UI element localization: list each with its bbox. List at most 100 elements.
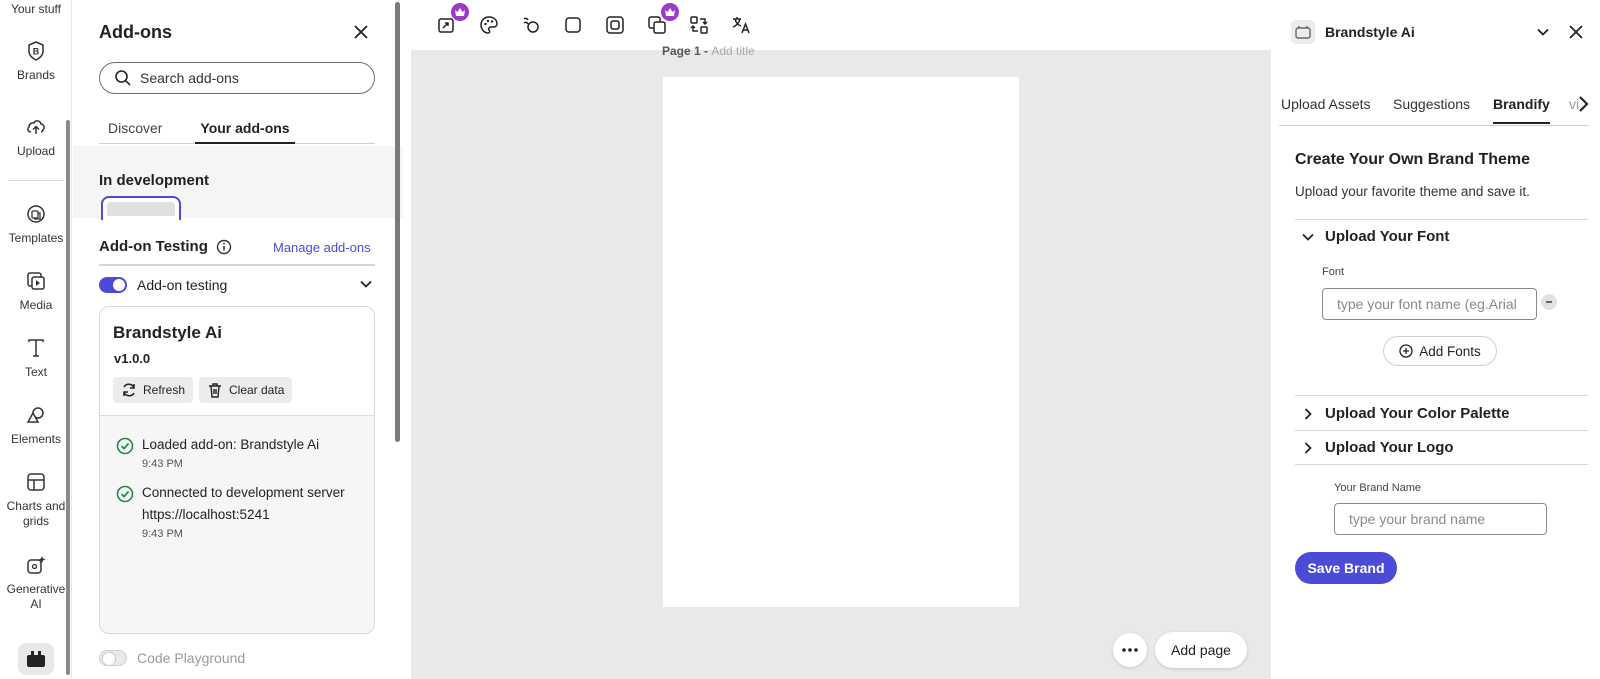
text-icon xyxy=(28,339,44,357)
rail-item-templates[interactable]: Templates xyxy=(0,203,72,246)
log-time: 9:43 PM xyxy=(142,528,183,540)
addon-testing-toggle[interactable] xyxy=(99,277,127,293)
addons-search[interactable] xyxy=(99,62,375,94)
code-playground-row: Code Playground xyxy=(99,650,245,666)
rail-label-templates: Templates xyxy=(8,231,64,245)
rail-item-text[interactable]: Text xyxy=(0,337,72,380)
premium-crown-icon xyxy=(661,3,679,21)
more-horizontal-icon xyxy=(1122,648,1138,652)
upload-font-section-toggle[interactable]: Upload Your Font xyxy=(1301,228,1449,245)
brand-theme-heading: Create Your Own Brand Theme xyxy=(1295,151,1531,168)
tool-translate[interactable] xyxy=(729,13,753,37)
minus-icon xyxy=(1546,301,1552,303)
addons-icon xyxy=(27,651,45,667)
rail-label-generative-ai: Generative AI xyxy=(6,582,66,611)
add-fonts-button[interactable]: Add Fonts xyxy=(1383,336,1497,366)
addons-scrollbar[interactable] xyxy=(395,2,400,442)
more-options-button[interactable] xyxy=(1113,633,1147,667)
section-divider xyxy=(1295,464,1588,465)
tool-resize[interactable] xyxy=(435,3,469,37)
generative-ai-icon xyxy=(27,556,46,574)
manage-addons-link[interactable]: Manage add-ons xyxy=(273,240,371,255)
brandstyle-tabs: Upload Assets Suggestions Brandify vi xyxy=(1279,92,1589,126)
translate-icon xyxy=(732,17,750,34)
media-icon xyxy=(27,272,45,290)
refresh-button[interactable]: Refresh xyxy=(113,377,194,403)
rail-scrollbar[interactable] xyxy=(66,120,70,675)
brandstyle-panel: Brandstyle Ai Upload Assets Suggestions … xyxy=(1271,0,1600,679)
close-panel-button[interactable] xyxy=(1568,24,1584,45)
rail-item-addons[interactable] xyxy=(18,643,54,675)
remove-font-button[interactable] xyxy=(1541,294,1557,310)
tab-upload-assets[interactable]: Upload Assets xyxy=(1281,96,1371,122)
rail-item-charts[interactable]: Charts and grids xyxy=(0,471,72,529)
trash-icon xyxy=(209,383,221,398)
section-divider xyxy=(1295,430,1588,431)
page-title-label: Page 1 - Add title xyxy=(662,44,755,58)
palette-icon xyxy=(480,16,498,34)
addon-version: v1.0.0 xyxy=(114,351,151,366)
mask-icon xyxy=(606,16,624,34)
section-divider xyxy=(1295,219,1588,220)
clear-data-button[interactable]: Clear data xyxy=(199,377,293,403)
addon-testing-toggle-row: Add-on testing xyxy=(99,274,375,296)
rail-label-text: Text xyxy=(24,365,47,379)
addon-testing-title: Add-on Testing xyxy=(99,238,208,255)
tab-your-addons[interactable]: Your add-ons xyxy=(195,120,295,144)
search-input[interactable] xyxy=(140,70,360,86)
close-addons-button[interactable] xyxy=(351,22,371,42)
addons-tabs: Discover Your add-ons xyxy=(99,118,375,144)
rail-item-media[interactable]: Media xyxy=(0,270,72,313)
rail-item-upload[interactable]: Upload xyxy=(0,116,72,159)
tab-discover[interactable]: Discover xyxy=(108,120,162,142)
brand-name-label: Your Brand Name xyxy=(1334,482,1422,494)
tool-shape[interactable] xyxy=(561,13,585,37)
rail-label-brands: Brands xyxy=(16,68,56,82)
upload-logo-section-toggle[interactable]: Upload Your Logo xyxy=(1301,439,1454,456)
canvas-page[interactable] xyxy=(663,77,1019,607)
code-playground-toggle[interactable] xyxy=(99,650,127,666)
save-brand-button[interactable]: Save Brand xyxy=(1295,552,1397,584)
tab-brandify[interactable]: Brandify xyxy=(1493,96,1550,124)
addon-testing-header: Add-on Testing xyxy=(99,238,232,255)
refresh-icon xyxy=(123,383,135,397)
brand-name-input[interactable] xyxy=(1334,503,1547,535)
addon-log: Loaded add-on: Brandstyle Ai 9:43 PM Con… xyxy=(100,415,374,633)
tool-animate[interactable] xyxy=(519,13,543,37)
log-message: Loaded add-on: Brandstyle Ai xyxy=(142,437,320,452)
rail-item-brands[interactable]: B Brands xyxy=(0,40,72,83)
rail-item-generative-ai[interactable]: Generative AI xyxy=(0,554,72,612)
upload-font-label: Upload Your Font xyxy=(1325,228,1450,245)
tool-pages[interactable] xyxy=(645,3,679,37)
chevron-right-icon xyxy=(1304,441,1312,454)
add-page-button[interactable]: Add page xyxy=(1155,632,1247,668)
dev-addon-thumbnail[interactable] xyxy=(101,196,181,220)
font-name-input[interactable] xyxy=(1322,288,1537,320)
info-icon[interactable] xyxy=(216,239,232,255)
chevron-down-icon[interactable] xyxy=(359,277,373,291)
svg-text:B: B xyxy=(33,47,40,57)
tool-replace[interactable] xyxy=(687,13,711,37)
collapse-panel-button[interactable] xyxy=(1535,24,1551,45)
elements-icon xyxy=(26,407,44,423)
tabs-scroll-right-button[interactable] xyxy=(1575,94,1591,119)
brand-theme-subheading: Upload your favorite theme and save it. xyxy=(1295,184,1530,199)
rail-item-elements[interactable]: Elements xyxy=(0,404,72,447)
left-rail: Your stuff B Brands Upload Templates Med… xyxy=(0,0,72,679)
tool-color-palette[interactable] xyxy=(477,13,501,37)
page-title-input[interactable]: Add title xyxy=(711,44,754,58)
tool-mask[interactable] xyxy=(603,13,627,37)
addon-app-icon xyxy=(1291,20,1315,44)
rail-divider xyxy=(8,180,64,181)
brandstyle-header: Brandstyle Ai xyxy=(1291,20,1415,44)
rail-label-media: Media xyxy=(19,298,53,312)
rail-your-stuff[interactable]: Your stuff xyxy=(0,2,72,16)
in-development-section: In development xyxy=(73,146,403,220)
chevron-down-icon xyxy=(1302,233,1314,241)
tab-suggestions[interactable]: Suggestions xyxy=(1393,96,1470,122)
brand-icon: B xyxy=(28,41,44,61)
animate-icon xyxy=(523,17,539,33)
refresh-label: Refresh xyxy=(143,383,186,397)
page-number: Page 1 - xyxy=(662,44,712,58)
upload-color-palette-section-toggle[interactable]: Upload Your Color Palette xyxy=(1301,405,1509,422)
